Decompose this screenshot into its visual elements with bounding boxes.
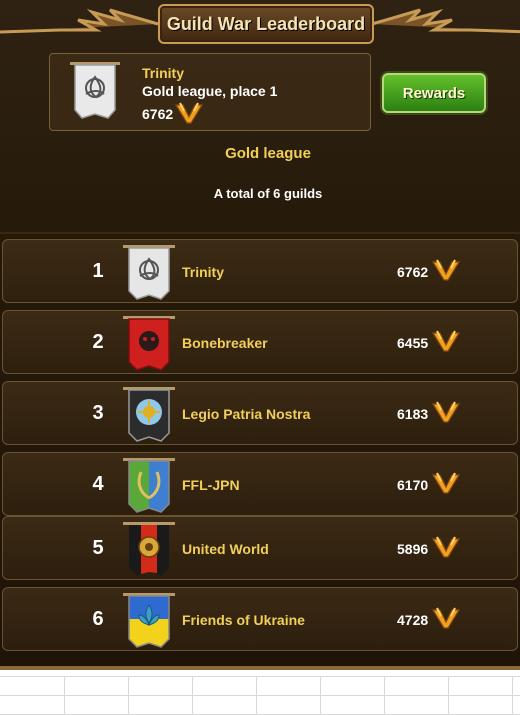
guild-banner-icon — [123, 458, 175, 513]
right-wing-ornament — [371, 8, 520, 34]
leaderboard-row[interactable]: 2 Bonebreaker 6455 — [2, 310, 518, 374]
war-points-icon — [431, 401, 461, 423]
rewards-button[interactable]: Rewards — [382, 73, 486, 113]
guild-banner-icon — [123, 387, 175, 442]
my-guild-league-place: Gold league, place 1 — [142, 83, 278, 99]
guild-rank: 4 — [92, 473, 104, 495]
guild-rank: 1 — [92, 260, 104, 282]
page-title: Guild War Leaderboard — [158, 4, 374, 44]
guild-name: Legio Patria Nostra — [182, 406, 311, 422]
guild-name: Trinity — [182, 264, 225, 280]
guild-banner-icon — [123, 316, 175, 371]
trinity-banner-icon — [70, 62, 120, 119]
list-divider — [0, 232, 520, 234]
leaderboard-row[interactable]: 6 Friends of Ukraine 4728 — [2, 587, 518, 651]
guild-name: United World — [182, 541, 269, 557]
guild-rank: 3 — [92, 402, 104, 424]
guild-banner-icon — [123, 245, 175, 300]
leaderboard-row[interactable]: 5 United World 5896 — [2, 516, 518, 580]
war-points-icon — [431, 330, 461, 352]
guild-name: Friends of Ukraine — [182, 612, 305, 628]
war-points-icon — [174, 102, 204, 124]
left-wing-ornament — [0, 8, 159, 34]
war-points-icon — [431, 536, 461, 558]
leaderboard-panel: Guild War Leaderboard Trinity Gold leagu… — [0, 0, 520, 670]
guild-banner-icon — [123, 522, 175, 576]
my-guild-score: 6762 — [142, 106, 174, 122]
war-points-icon — [431, 259, 461, 281]
guild-rank: 6 — [92, 608, 104, 630]
background-grid — [0, 676, 520, 715]
my-guild-name: Trinity — [142, 65, 185, 81]
guild-score: 4728 — [397, 612, 429, 628]
league-name: Gold league — [225, 145, 311, 162]
leaderboard-row[interactable]: 1 Trinity 6762 — [2, 239, 518, 303]
leaderboard-row[interactable]: 3 Legio Patria Nostra 6183 — [2, 381, 518, 445]
guild-rank: 2 — [92, 331, 104, 353]
my-guild-banner — [70, 60, 120, 129]
guild-score: 6170 — [397, 477, 429, 493]
war-points-icon — [431, 472, 461, 494]
guild-score: 6762 — [397, 264, 429, 280]
war-points-icon — [431, 607, 461, 629]
guild-name: FFL-JPN — [182, 477, 240, 493]
guild-score: 5896 — [397, 541, 429, 557]
my-guild-card: Trinity Gold league, place 1 6762 — [49, 53, 371, 131]
guild-name: Bonebreaker — [182, 335, 268, 351]
total-guilds-count: A total of 6 guilds — [213, 186, 323, 201]
guild-banner-icon — [123, 593, 175, 648]
guild-score: 6455 — [397, 335, 429, 351]
leaderboard-row[interactable]: 4 FFL-JPN 6170 — [2, 452, 518, 516]
guild-rank: 5 — [92, 537, 104, 559]
guild-score: 6183 — [397, 406, 429, 422]
